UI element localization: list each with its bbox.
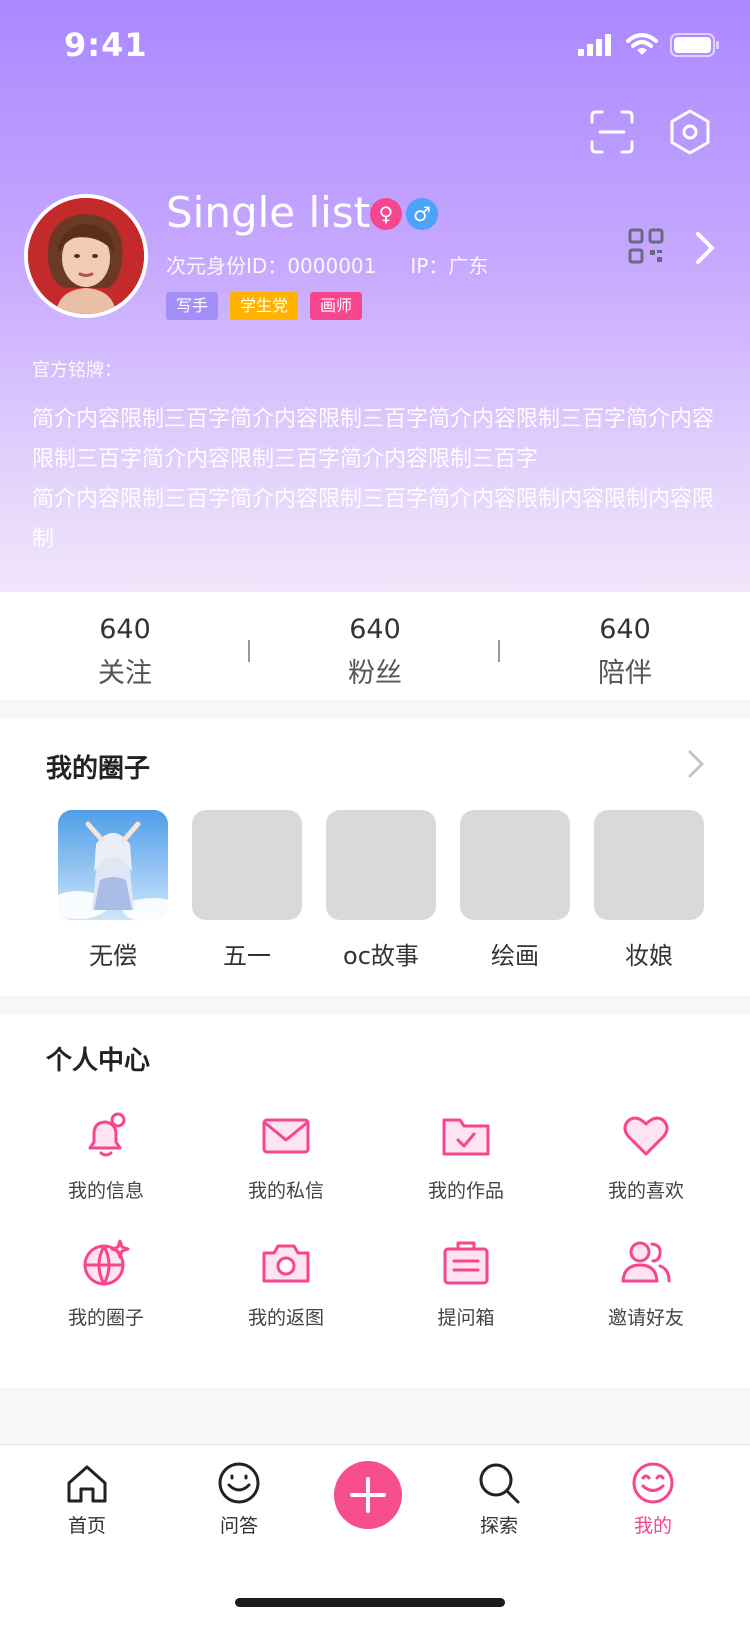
- stat-value: 640: [599, 614, 651, 645]
- tab-qa[interactable]: 问答: [194, 1461, 284, 1538]
- create-post-button[interactable]: [334, 1461, 402, 1529]
- me-face-icon: [632, 1462, 674, 1504]
- smile-icon: [218, 1462, 260, 1504]
- settings-icon[interactable]: [666, 108, 714, 156]
- tab-label: 问答: [219, 1515, 258, 1537]
- search-icon: [479, 1463, 520, 1504]
- circle-label: oc故事: [343, 942, 419, 970]
- tab-me[interactable]: 我的: [608, 1461, 698, 1538]
- menu-label: 我的喜欢: [607, 1180, 684, 1202]
- male-icon: ♂: [406, 198, 438, 230]
- profile-id: 次元身份ID：0000001: [166, 254, 377, 278]
- menu-my-info[interactable]: 我的信息: [16, 1110, 196, 1203]
- camera-icon: [262, 1244, 310, 1283]
- circle-item[interactable]: 妆娘: [594, 810, 704, 971]
- personal-center-card: 个人中心 我的信息 我的私信 我的作品 我的喜欢 我的圈子 我的返图 提问箱 邀…: [0, 1014, 750, 1388]
- avatar[interactable]: [24, 194, 148, 318]
- profile-bio: 简介内容限制三百字简介内容限制三百字简介内容限制三百字简介内容限制三百字简介内容…: [32, 407, 715, 552]
- menu-label: 提问箱: [437, 1307, 495, 1329]
- stats-bar: 640 关注 640 粉丝 640 陪伴: [0, 592, 750, 700]
- scan-icon[interactable]: [588, 108, 636, 156]
- circle-label: 绘画: [491, 942, 539, 970]
- tag-writer: 写手: [166, 292, 219, 320]
- menu-my-likes[interactable]: 我的喜欢: [556, 1110, 736, 1203]
- status-time: 9:41: [64, 26, 148, 64]
- personal-center-title: 个人中心: [46, 1046, 151, 1076]
- menu-my-return-photos[interactable]: 我的返图: [196, 1237, 376, 1330]
- circle-item[interactable]: 无偿: [58, 810, 168, 971]
- stat-label: 关注: [98, 658, 152, 689]
- menu-label: 我的返图: [247, 1307, 324, 1329]
- tab-label: 首页: [67, 1515, 106, 1537]
- status-bar: 9:41: [0, 0, 750, 92]
- circles-chevron-right-icon[interactable]: [686, 748, 706, 780]
- my-circles-card: 我的圈子 无偿 五一 oc故事 绘画 妆娘: [0, 718, 750, 996]
- wifi-icon: [626, 33, 658, 55]
- qr-code-icon[interactable]: [628, 228, 664, 264]
- stat-label: 陪伴: [598, 658, 652, 689]
- anime-illustration: [58, 810, 168, 920]
- globe-sparkle-icon: [83, 1239, 130, 1286]
- home-indicator: [235, 1598, 505, 1607]
- mail-icon: [262, 1118, 310, 1154]
- folder-check-icon: [442, 1118, 490, 1156]
- circle-list: 无偿 五一 oc故事 绘画 妆娘: [58, 810, 704, 971]
- tab-explore[interactable]: 探索: [454, 1461, 544, 1538]
- stat-following[interactable]: 640 关注: [0, 592, 250, 700]
- stat-followers[interactable]: 640 粉丝: [250, 592, 500, 700]
- my-circles-title: 我的圈子: [46, 754, 151, 784]
- tab-label: 探索: [479, 1515, 518, 1537]
- tab-label: 我的: [633, 1515, 672, 1537]
- battery-icon: [670, 33, 719, 57]
- profile-tags: 写手 学生党 画师: [166, 292, 363, 320]
- circle-thumbnail-anime: [58, 810, 168, 920]
- menu-label: 我的私信: [247, 1180, 324, 1202]
- circle-label: 无偿: [89, 942, 137, 970]
- menu-my-messages[interactable]: 我的私信: [196, 1110, 376, 1203]
- menu-invite-friends[interactable]: 邀请好友: [556, 1237, 736, 1330]
- menu-label: 我的圈子: [67, 1307, 144, 1329]
- status-icons: [578, 30, 720, 60]
- official-badge-label: 官方铭牌：: [32, 360, 122, 381]
- profile-name: Single list: [166, 188, 371, 237]
- tag-artist: 画师: [310, 292, 363, 320]
- female-icon: ♀: [370, 198, 402, 230]
- menu-my-circles[interactable]: 我的圈子: [16, 1237, 196, 1330]
- circle-item[interactable]: 五一: [192, 810, 302, 971]
- bell-icon: [88, 1112, 126, 1157]
- circle-label: 五一: [223, 942, 271, 970]
- profile-ip: IP：广东: [410, 254, 489, 278]
- circle-thumbnail-placeholder: [192, 810, 302, 920]
- circle-label: 妆娘: [625, 942, 673, 970]
- menu-label: 我的作品: [427, 1180, 504, 1202]
- menu-question-box[interactable]: 提问箱: [376, 1237, 556, 1330]
- circle-thumbnail-placeholder: [460, 810, 570, 920]
- plus-icon: [350, 1477, 386, 1513]
- home-icon: [67, 1465, 107, 1503]
- circle-item[interactable]: 绘画: [460, 810, 570, 971]
- users-icon: [621, 1241, 671, 1283]
- menu-label: 邀请好友: [607, 1307, 684, 1329]
- profile-chevron-right-icon[interactable]: [694, 230, 716, 266]
- circle-thumbnail-placeholder: [326, 810, 436, 920]
- profile-id-line: 次元身份ID：0000001 IP：广东: [166, 250, 488, 279]
- avatar-portrait: [28, 198, 144, 314]
- stat-value: 640: [349, 614, 401, 645]
- menu-label: 我的信息: [67, 1180, 144, 1202]
- circle-thumbnail-placeholder: [594, 810, 704, 920]
- circle-item[interactable]: oc故事: [326, 810, 436, 971]
- stat-value: 640: [99, 614, 151, 645]
- clipboard-icon: [443, 1241, 489, 1285]
- tab-home[interactable]: 首页: [42, 1461, 132, 1538]
- stat-companion[interactable]: 640 陪伴: [500, 592, 750, 700]
- menu-my-works[interactable]: 我的作品: [376, 1110, 556, 1203]
- signal-icon: [578, 34, 611, 56]
- tag-student: 学生党: [230, 292, 299, 320]
- stat-label: 粉丝: [348, 658, 402, 689]
- personal-center-grid: 我的信息 我的私信 我的作品 我的喜欢 我的圈子 我的返图 提问箱 邀请好友: [0, 1110, 750, 1330]
- heart-icon: [623, 1116, 669, 1156]
